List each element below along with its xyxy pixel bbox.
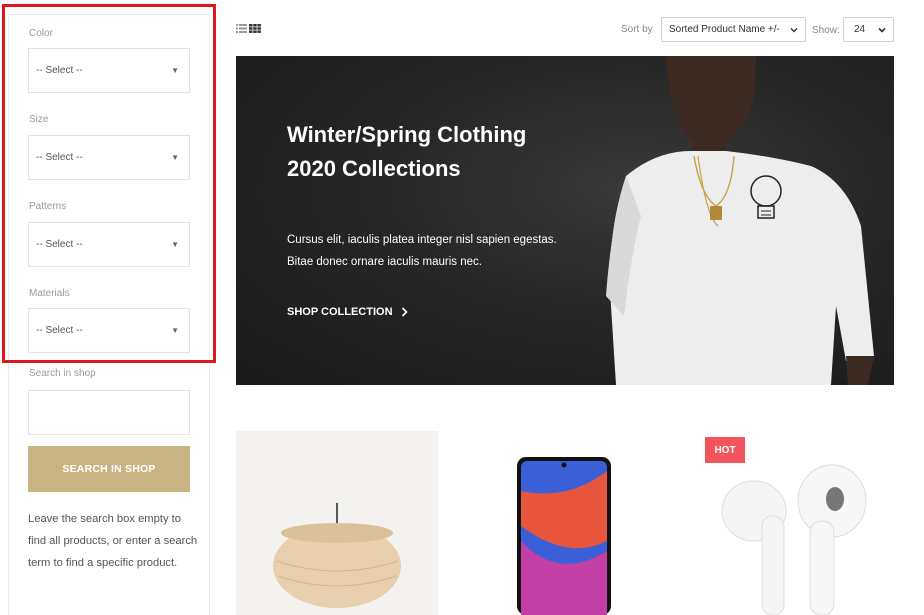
hero-banner: Winter/Spring Clothing 2020 Collections … [236,56,894,385]
view-toggle [236,24,261,33]
sort-select-value: Sorted Product Name +/- [669,24,780,35]
dropdown-arrow-icon: ▼ [171,240,179,249]
color-select-value: -- Select -- [36,65,83,76]
shop-search-input[interactable] [28,390,190,435]
patterns-select-value: -- Select -- [36,239,83,250]
shop-collection-label: SHOP COLLECTION [287,306,393,318]
model-tshirt-photo [606,56,874,385]
chevron-down-icon [790,28,798,33]
show-label: Show: [812,25,840,36]
grid-view-icon[interactable] [249,24,261,33]
shop-sidebar: Color -- Select -- ▼ Size -- Select -- ▼… [8,14,210,615]
materials-select-value: -- Select -- [36,325,83,336]
list-view-icon[interactable] [236,24,247,33]
sort-select[interactable]: Sorted Product Name +/- [661,17,806,42]
product-card[interactable]: HOT [692,431,894,615]
materials-select[interactable]: -- Select -- ▼ [28,308,190,353]
hot-badge: HOT [705,437,745,463]
shop-collection-link[interactable]: SHOP COLLECTION [287,306,408,318]
patterns-select[interactable]: -- Select -- ▼ [28,222,190,267]
search-label: Search in shop [29,368,96,379]
hero-description: Cursus elit, iaculis platea integer nisl… [287,234,557,268]
hero-title: Winter/Spring Clothing 2020 Collections [287,122,527,181]
size-select[interactable]: -- Select -- ▼ [28,135,190,180]
product-card[interactable] [458,431,660,615]
filter-label-materials: Materials [29,288,70,299]
size-select-value: -- Select -- [36,152,83,163]
color-select[interactable]: -- Select -- ▼ [28,48,190,93]
smartphone-image [517,457,611,615]
chevron-right-icon [401,307,408,317]
chevron-down-icon [878,27,886,33]
search-help-text: Leave the search box empty to find all p… [28,513,198,569]
sort-by-label: Sort by [621,24,653,35]
shop-page: Color -- Select -- ▼ Size -- Select -- ▼… [0,0,924,615]
dropdown-arrow-icon: ▼ [171,153,179,162]
filter-label-patterns: Patterns [29,201,67,212]
dropdown-arrow-icon: ▼ [171,326,179,335]
dropdown-arrow-icon: ▼ [171,66,179,75]
show-count-value: 24 [854,24,866,35]
search-in-shop-button[interactable]: SEARCH IN SHOP [28,446,190,492]
filter-label-color: Color [29,28,53,39]
filter-label-size: Size [29,114,49,125]
pendant-lamp-image [273,503,401,608]
product-card[interactable] [236,431,438,615]
show-count-select[interactable]: 24 [843,17,894,42]
